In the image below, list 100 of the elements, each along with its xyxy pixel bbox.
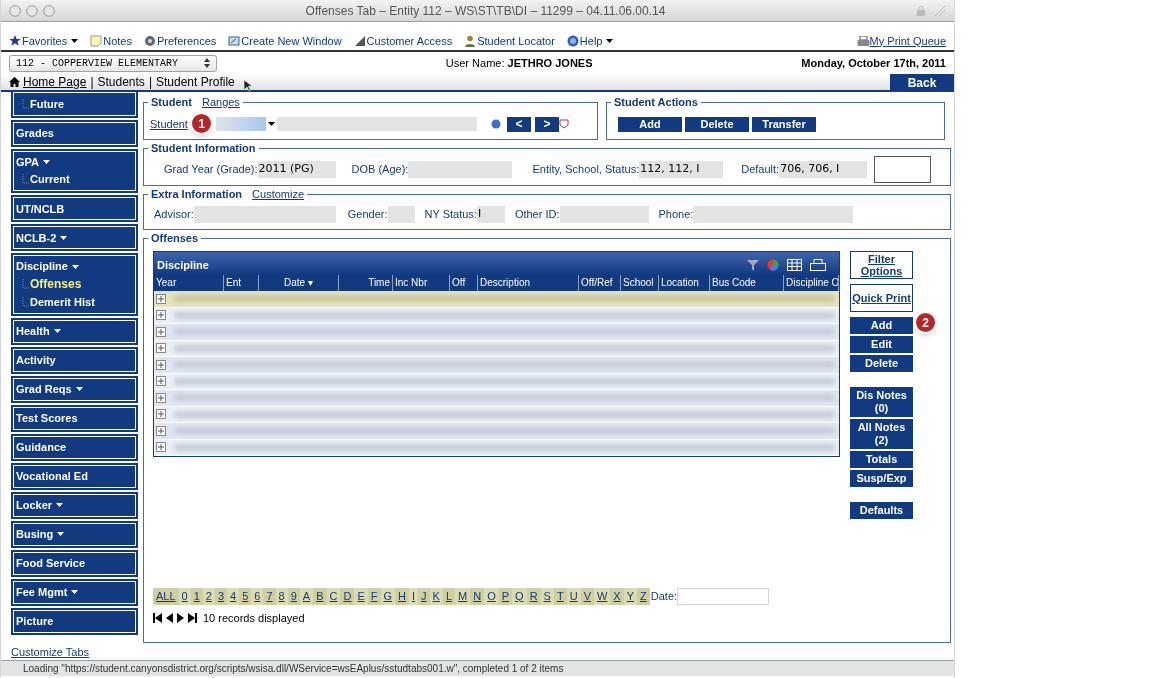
student-id-field[interactable] [215, 117, 266, 131]
empty-box [874, 155, 932, 183]
sidebar-tab[interactable]: Health [11, 317, 138, 345]
side-button[interactable]: Delete [850, 355, 913, 372]
letter-filter[interactable]: E [354, 587, 368, 605]
letter-filter[interactable]: 4 [227, 587, 240, 605]
table-row[interactable] [154, 324, 839, 341]
sidebar-tab[interactable]: NCLB-2 [11, 224, 138, 252]
field-label: Default: [741, 161, 780, 177]
menu-item[interactable]: Help [566, 32, 614, 50]
breadcrumb-link[interactable]: Students [97, 73, 145, 91]
caret-icon [57, 532, 65, 537]
triangle-icon [353, 35, 366, 47]
resize-icon [934, 4, 946, 17]
letter-filter[interactable]: O [484, 587, 499, 605]
letter-filter[interactable]: M [455, 587, 471, 605]
letter-filter[interactable]: 7 [263, 587, 276, 605]
side-button[interactable]: Defaults [850, 502, 913, 519]
panel-link[interactable]: Ranges [201, 95, 240, 109]
letter-filter[interactable]: B [313, 587, 327, 605]
side-button[interactable]: All Notes (2) [850, 419, 913, 449]
sidebar-tab[interactable]: UT/NCLB [11, 195, 138, 223]
letter-filter[interactable]: I [409, 587, 419, 605]
breadcrumb-link[interactable]: Student Profile [156, 73, 235, 91]
letter-filter[interactable]: 5 [239, 587, 252, 605]
panel-legend: Student [151, 95, 192, 109]
action-button[interactable]: Add [618, 117, 682, 132]
records-count: 10 records displayed [203, 610, 305, 626]
help-icon [566, 35, 579, 47]
callout-badge: 1 [190, 112, 213, 135]
sidebar-subitem[interactable]: Offenses [30, 274, 82, 293]
printer-icon [810, 259, 826, 271]
sidebar-tab[interactable]: Test Scores [11, 404, 138, 432]
sidebar-tab[interactable]: Picture [11, 607, 138, 635]
back-button[interactable]: Back [890, 73, 954, 91]
table-row[interactable] [154, 291, 839, 308]
option-link[interactable]: Quick Print [850, 284, 913, 312]
sidebar-tab[interactable]: Food Service [11, 549, 138, 577]
option-link[interactable]: Filter Options [850, 251, 913, 279]
letter-filter[interactable]: N [470, 587, 485, 605]
side-button[interactable]: Susp/Exp [850, 470, 913, 487]
breadcrumb-link[interactable]: Home Page [23, 73, 87, 91]
sidebar-tab[interactable]: Activity [11, 346, 138, 374]
sidebar-subitem[interactable]: Demerit Hist [30, 293, 95, 311]
letter-filter[interactable]: Z [637, 587, 650, 605]
table-row[interactable] [154, 390, 839, 407]
alert-icon [558, 119, 569, 129]
date-field[interactable] [677, 587, 770, 605]
menu-item[interactable]: Notes [90, 32, 132, 50]
print-queue-link[interactable]: My Print Queue [856, 32, 946, 50]
side-button[interactable]: Dis Notes (0) [850, 387, 913, 417]
side-button[interactable]: Add [850, 317, 913, 334]
student-name-field[interactable] [276, 117, 477, 131]
first-page-icon [153, 612, 162, 623]
sidebar-tab[interactable]: Vocational Ed [11, 462, 138, 490]
menu-item[interactable]: Favorites [9, 32, 79, 50]
current-date: Monday, October 17th, 2011 [801, 55, 946, 71]
letter-filter[interactable]: H [395, 587, 409, 605]
student-link[interactable]: Student [150, 115, 188, 133]
action-button[interactable]: Delete [685, 117, 749, 132]
table-row[interactable] [154, 423, 839, 440]
sidebar-tab[interactable]: Grad Reqs [11, 375, 138, 403]
side-button[interactable]: Edit [850, 336, 913, 353]
side-button[interactable]: Totals [850, 451, 913, 468]
sidebar-subitem[interactable]: Current [30, 171, 70, 188]
letter-filter[interactable]: D [340, 587, 355, 605]
menu-item[interactable]: Preferences [144, 32, 217, 50]
sidebar-tab[interactable]: Fee Mgmt [11, 578, 138, 606]
field-label: Gender: [347, 206, 388, 222]
sidebar-tab[interactable]: Locker [11, 491, 138, 519]
letter-filter[interactable]: J [418, 587, 430, 605]
sidebar-subitem[interactable]: Future [30, 95, 65, 113]
letter-filter[interactable]: Q [512, 587, 527, 605]
caret-icon [606, 39, 614, 43]
panel-link[interactable]: Customize [252, 187, 305, 201]
table-row[interactable] [154, 357, 839, 374]
letter-filter[interactable]: ALL [153, 587, 179, 605]
expand-icon [156, 326, 166, 337]
letter-filter[interactable]: 6 [251, 587, 264, 605]
tab-label: Discipline [16, 259, 68, 275]
menu-item[interactable]: Student Locator [464, 32, 555, 50]
sidebar-tab[interactable]: Grades [11, 120, 138, 147]
previous-button[interactable]: < [506, 116, 531, 132]
field-value: I [476, 205, 505, 223]
tree-line-icon [22, 174, 30, 185]
sidebar-tab[interactable]: Guidance [11, 433, 138, 461]
sidebar-tab[interactable]: Busing [11, 520, 138, 548]
tree-line-icon [22, 296, 30, 307]
window-title: Offenses Tab – Entity 112 – WS\ST\TB\DI – 11299 – 04.11.06.00.14 [304, 2, 667, 20]
letter-filter[interactable]: X [610, 587, 624, 605]
caret-icon [43, 160, 51, 165]
customize-tabs-link[interactable]: Customize Tabs [11, 643, 138, 661]
action-button[interactable]: Transfer [752, 117, 816, 132]
school-select[interactable]: 112 - COPPERVIEW ELEMENTARY [9, 54, 217, 72]
expand-icon [156, 392, 166, 403]
menu-item[interactable]: Customer Access [353, 32, 453, 50]
next-page-icon [177, 612, 184, 623]
next-button[interactable]: > [534, 116, 559, 132]
panel-legend: Student Information [151, 141, 256, 155]
menu-item[interactable]: Create New Window [228, 32, 342, 50]
